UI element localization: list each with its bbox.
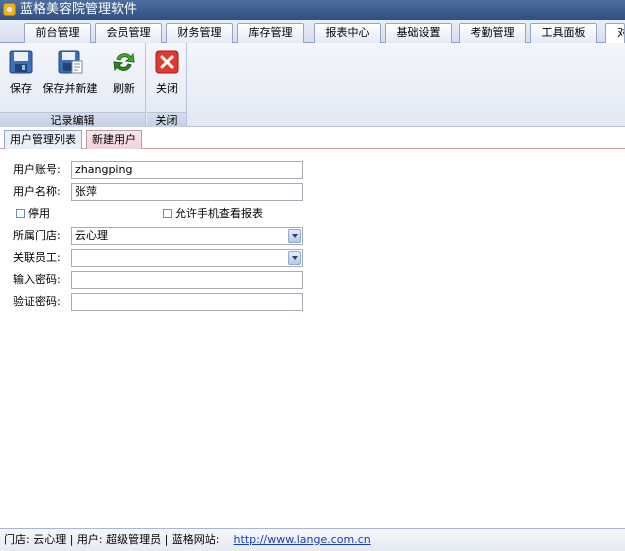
name-input[interactable]: 张萍 bbox=[71, 183, 303, 201]
disabled-checkbox[interactable] bbox=[16, 209, 25, 218]
inner-tab-strip: 用户管理列表 新建用户 bbox=[0, 128, 625, 149]
tab-basic-settings[interactable]: 基础设置 bbox=[385, 23, 452, 43]
new-user-form: 用户账号: zhangping 用户名称: 张萍 停用 允许手机查看报表 所属门… bbox=[0, 150, 625, 522]
status-bar: 门店: 云心理 | 用户: 超级管理员 | 蓝格网站: http://www.l… bbox=[0, 528, 625, 551]
website-link[interactable]: http://www.lange.com.cn bbox=[234, 533, 371, 546]
tab-user-list[interactable]: 用户管理列表 bbox=[4, 130, 82, 149]
employee-dropdown-icon[interactable] bbox=[288, 251, 301, 265]
confirm-password-input[interactable] bbox=[71, 293, 303, 311]
tab-tools[interactable]: 工具面板 bbox=[530, 23, 597, 43]
close-icon bbox=[155, 50, 179, 74]
refresh-button[interactable]: 刷新 bbox=[108, 47, 140, 97]
account-input[interactable]: zhangping bbox=[71, 161, 303, 179]
save-button[interactable]: 保存 bbox=[6, 47, 36, 97]
close-button[interactable]: 关闭 bbox=[151, 47, 183, 97]
save-new-icon bbox=[58, 50, 83, 74]
save-label: 保存 bbox=[10, 82, 32, 95]
group-record-edit-label: 记录编辑 bbox=[0, 112, 145, 127]
store-label: 所属门店: bbox=[13, 229, 61, 242]
employee-label: 关联员工: bbox=[13, 251, 61, 264]
name-label: 用户名称: bbox=[13, 185, 61, 198]
tab-reports[interactable]: 报表中心 bbox=[314, 23, 381, 43]
close-label: 关闭 bbox=[156, 82, 178, 95]
store-value: 云心理 bbox=[75, 229, 108, 242]
refresh-label: 刷新 bbox=[113, 82, 135, 95]
group-close-label: 关闭 bbox=[147, 112, 186, 127]
password-input[interactable] bbox=[71, 271, 303, 289]
allow-mobile-label: 允许手机查看报表 bbox=[175, 207, 263, 220]
tab-members[interactable]: 会员管理 bbox=[95, 23, 162, 43]
status-user: 用户: 超级管理员 bbox=[76, 533, 162, 546]
confirm-password-label: 验证密码: bbox=[13, 295, 61, 308]
group-record-edit: 保存 保存并新建 刷新 记录编辑 bbox=[0, 43, 146, 127]
window-title: 蓝格美容院管理软件 bbox=[20, 2, 138, 17]
refresh-icon bbox=[113, 52, 135, 72]
app-icon bbox=[3, 3, 16, 16]
account-label: 用户账号: bbox=[13, 163, 61, 176]
tab-inventory[interactable]: 库存管理 bbox=[237, 23, 304, 43]
ribbon: 保存 保存并新建 刷新 记录编辑 关闭 关闭 bbox=[0, 43, 625, 127]
tab-front-desk[interactable]: 前台管理 bbox=[24, 23, 91, 43]
save-new-label: 保存并新建 bbox=[42, 82, 98, 95]
status-site-label: 蓝格网站: bbox=[171, 533, 220, 546]
tab-finance[interactable]: 财务管理 bbox=[166, 23, 233, 43]
status-store: 门店: 云心理 bbox=[4, 533, 67, 546]
allow-mobile-checkbox[interactable] bbox=[163, 209, 172, 218]
group-close: 关闭 关闭 bbox=[147, 43, 187, 127]
employee-select[interactable] bbox=[71, 249, 303, 267]
save-icon bbox=[9, 50, 33, 74]
save-and-new-button[interactable]: 保存并新建 bbox=[38, 47, 102, 97]
store-dropdown-icon[interactable] bbox=[288, 229, 301, 243]
status-separator: | bbox=[69, 533, 77, 546]
title-bar: 蓝格美容院管理软件 bbox=[0, 0, 625, 20]
tab-attendance[interactable]: 考勤管理 bbox=[459, 23, 526, 43]
main-tab-strip: 前台管理 会员管理 财务管理 库存管理 报表中心 基础设置 考勤管理 工具面板 … bbox=[0, 20, 625, 44]
tab-new-user[interactable]: 新建用户 bbox=[86, 130, 142, 149]
tab-current[interactable]: 对 bbox=[605, 23, 625, 44]
disabled-label: 停用 bbox=[28, 207, 50, 220]
store-select[interactable]: 云心理 bbox=[71, 227, 303, 245]
status-separator: | bbox=[164, 533, 172, 546]
password-label: 输入密码: bbox=[13, 273, 61, 286]
